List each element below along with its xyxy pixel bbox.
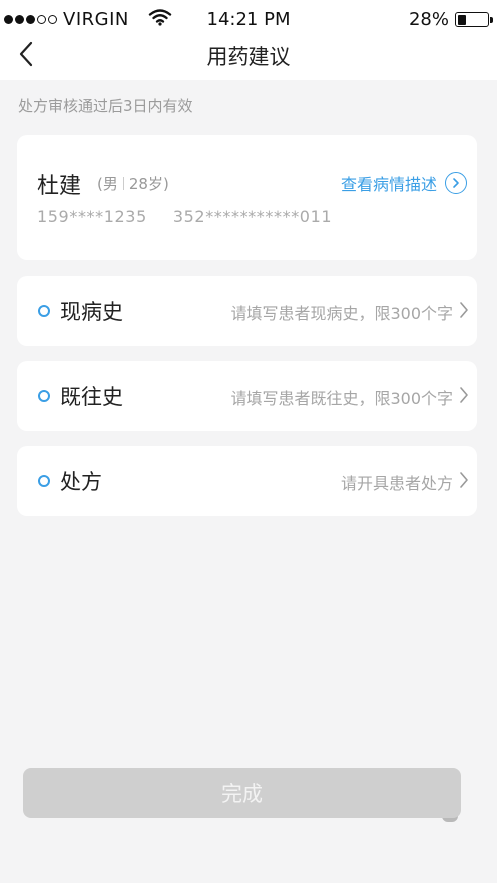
top-header: VIRGIN 14:21 PM 28% 用药建议 <box>0 0 497 80</box>
view-condition-link[interactable]: 查看病情描述 <box>341 171 467 195</box>
patient-contact: 159****1235 352***********011 <box>37 207 332 226</box>
patient-meta: ( 男 28岁 ) <box>97 173 169 194</box>
chevron-right-icon <box>459 471 469 493</box>
status-bar: VIRGIN 14:21 PM 28% <box>0 0 497 38</box>
bullet-circle-icon <box>38 390 50 402</box>
row-label: 现病史 <box>60 300 123 324</box>
patient-name: 杜建 <box>37 174 82 199</box>
row-label: 既往史 <box>60 385 123 409</box>
patient-card: 杜建 ( 男 28岁 ) 查看病情描述 159****1235 352******… <box>17 135 477 260</box>
paren-close: ) <box>162 174 169 193</box>
chevron-right-icon <box>459 386 469 408</box>
navigation-bar: 用药建议 <box>0 38 497 80</box>
done-button[interactable]: 完成 <box>23 768 461 818</box>
view-condition-label: 查看病情描述 <box>340 175 437 194</box>
battery-status: 28% <box>408 9 493 30</box>
bullet-circle-icon <box>38 475 50 487</box>
chevron-right-icon <box>459 301 469 323</box>
battery-percent: 28% <box>408 9 449 30</box>
row-placeholder-text: 请填写患者现病史，限300个字 <box>230 304 453 323</box>
page-title: 用药建议 <box>206 45 291 69</box>
validity-notice: 处方审核通过后3日内有效 <box>18 97 193 115</box>
row-placeholder: 请填写患者现病史，限300个字 <box>230 300 469 324</box>
patient-age: 28岁 <box>128 175 163 193</box>
patient-id-number: 352***********011 <box>172 207 333 226</box>
battery-icon <box>455 12 493 27</box>
patient-gender: 男 <box>102 175 118 193</box>
bullet-circle-icon <box>38 305 50 317</box>
row-placeholder: 请开具患者处方 <box>341 470 469 494</box>
battery-level <box>457 14 466 25</box>
patient-phone: 159****1235 <box>37 207 147 226</box>
row-placeholder-text: 请填写患者既往史，限300个字 <box>230 389 453 408</box>
circle-arrow-right-icon <box>445 172 467 194</box>
row-placeholder-text: 请开具患者处方 <box>340 474 453 493</box>
prescription-row[interactable]: 处方 请开具患者处方 <box>17 446 477 516</box>
row-label: 处方 <box>60 470 102 494</box>
row-placeholder: 请填写患者既往史，限300个字 <box>230 385 469 409</box>
divider <box>122 177 124 190</box>
past-history-row[interactable]: 既往史 请填写患者既往史，限300个字 <box>17 361 477 431</box>
present-illness-row[interactable]: 现病史 请填写患者现病史，限300个字 <box>17 276 477 346</box>
